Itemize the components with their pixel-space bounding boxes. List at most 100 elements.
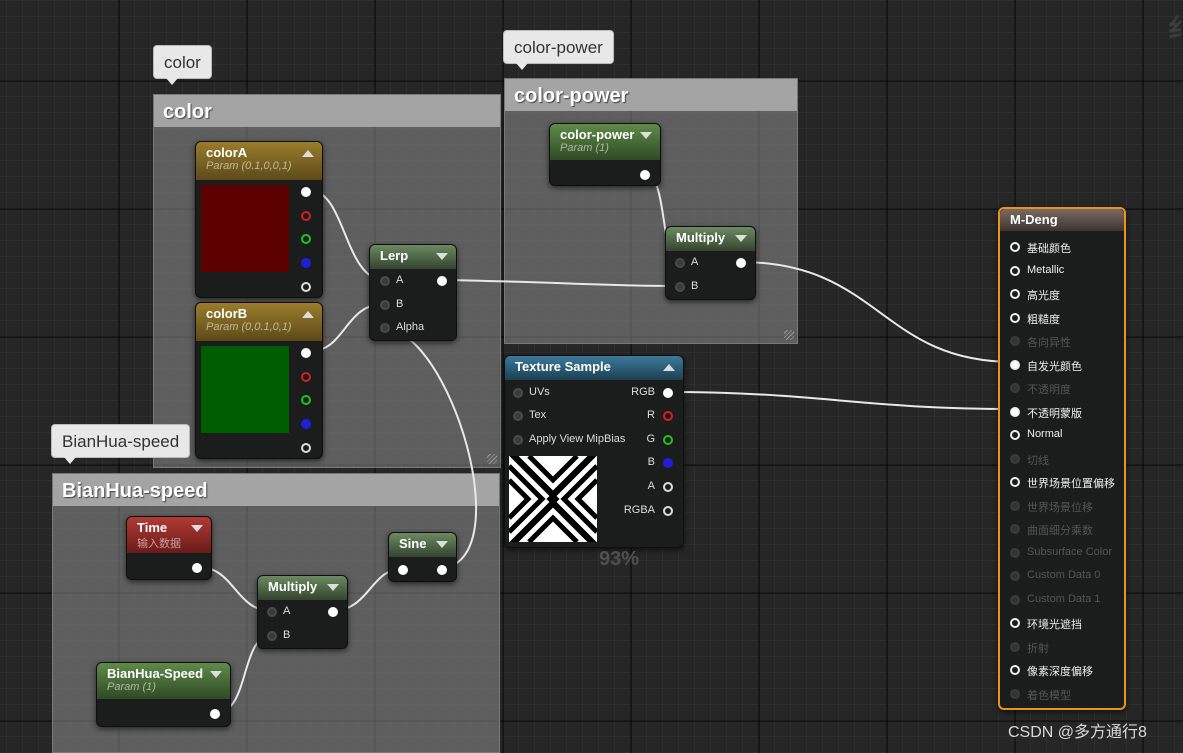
material-input-row[interactable]: Subsurface Color	[1010, 546, 1122, 562]
material-input-row[interactable]: 世界场景位置偏移	[1010, 475, 1122, 491]
material-input-row[interactable]: 世界场景位移	[1010, 499, 1122, 515]
output-pin-r[interactable]	[663, 411, 673, 421]
material-input-row[interactable]: 基础颜色	[1010, 240, 1122, 256]
collapse-arrow-icon[interactable]	[210, 671, 222, 678]
input-pin-alpha[interactable]	[380, 323, 390, 333]
output-pin[interactable]	[736, 258, 746, 268]
output-pin[interactable]	[437, 565, 447, 575]
color-swatch	[201, 185, 289, 272]
node-colorB[interactable]: colorB Param (0,0.1,0,1)	[195, 302, 323, 459]
input-pin-a[interactable]	[675, 258, 685, 268]
node-time[interactable]: Time 输入数据	[126, 516, 212, 580]
material-input-pin[interactable]	[1010, 618, 1020, 628]
material-input-pin[interactable]	[1010, 500, 1020, 511]
output-pin-rgb[interactable]	[663, 388, 673, 398]
material-input-pin[interactable]	[1010, 641, 1020, 652]
material-input-row[interactable]: Metallic	[1010, 264, 1122, 280]
node-bianhua-speed-param[interactable]: BianHua-Speed Param (1)	[96, 662, 231, 727]
output-pin-a[interactable]	[663, 482, 673, 492]
material-input-pin[interactable]	[1010, 242, 1020, 252]
material-input-pin[interactable]	[1010, 336, 1020, 346]
material-input-row[interactable]: 曲面细分乘数	[1010, 522, 1122, 538]
node-sine[interactable]: Sine	[388, 532, 457, 582]
input-pin-b[interactable]	[267, 631, 277, 641]
material-input-pin[interactable]	[1010, 571, 1020, 581]
collapse-arrow-icon[interactable]	[302, 311, 314, 318]
collapse-arrow-icon[interactable]	[327, 584, 339, 591]
output-pin[interactable]	[210, 709, 220, 719]
material-input-row[interactable]: Custom Data 1	[1010, 593, 1122, 609]
material-input-row[interactable]: 切线	[1010, 452, 1122, 468]
material-input-row[interactable]: Custom Data 0	[1010, 569, 1122, 585]
output-pin-g[interactable]	[663, 435, 673, 445]
material-input-pin[interactable]	[1010, 289, 1020, 299]
input-pin[interactable]	[398, 565, 408, 575]
material-input-pin[interactable]	[1010, 359, 1020, 370]
material-input-pin[interactable]	[1010, 265, 1020, 276]
input-pin-b[interactable]	[675, 282, 685, 292]
output-pin-rgb[interactable]	[301, 348, 311, 358]
collapse-arrow-icon[interactable]	[640, 132, 652, 139]
output-pin-b[interactable]	[663, 458, 673, 468]
node-sine-header: Sine	[389, 533, 456, 557]
node-multiply-power[interactable]: Multiply A B	[665, 226, 756, 300]
input-pin-tex[interactable]	[513, 411, 523, 421]
material-input-pin[interactable]	[1010, 594, 1020, 605]
node-color-power-param[interactable]: color-power Param (1)	[549, 123, 661, 186]
node-texture-sample[interactable]: Texture Sample UVs Tex Apply View MipBia…	[504, 355, 684, 548]
output-pin-rgba[interactable]	[663, 506, 673, 516]
material-input-row[interactable]: 不透明蒙版	[1010, 405, 1122, 421]
output-pin-a[interactable]	[301, 282, 311, 292]
output-pin-r[interactable]	[301, 211, 311, 221]
output-pin-b[interactable]	[301, 419, 311, 429]
material-input-pin[interactable]	[1010, 453, 1020, 464]
collapse-arrow-icon[interactable]	[436, 253, 448, 260]
output-pin-b[interactable]	[301, 258, 311, 268]
collapse-arrow-icon[interactable]	[191, 525, 203, 532]
material-input-row[interactable]: 高光度	[1010, 287, 1122, 303]
output-pin-g[interactable]	[301, 234, 311, 244]
node-colorA-subtitle: Param (0.1,0,0,1)	[206, 160, 292, 172]
input-pin-mipbias[interactable]	[513, 435, 523, 445]
material-input-pin[interactable]	[1010, 430, 1020, 440]
node-colorA[interactable]: colorA Param (0.1,0,0,1)	[195, 141, 323, 298]
material-input-pin[interactable]	[1010, 383, 1020, 393]
material-input-row[interactable]: Normal	[1010, 428, 1122, 444]
output-pin[interactable]	[328, 607, 338, 617]
material-input-row[interactable]: 像素深度偏移	[1010, 663, 1122, 679]
collapse-arrow-icon[interactable]	[436, 541, 448, 548]
node-multiply-speed[interactable]: Multiply A B	[257, 575, 348, 649]
material-input-row[interactable]: 自发光颜色	[1010, 358, 1122, 374]
node-material-result[interactable]: M-Deng 基础颜色 Metallic 高光度 粗糙度 各向异性 自发光颜色 不透明度 不透…	[998, 207, 1126, 710]
output-pin[interactable]	[640, 170, 650, 180]
material-input-row[interactable]: 不透明度	[1010, 381, 1122, 397]
material-input-pin[interactable]	[1010, 312, 1020, 323]
output-pin-rgb[interactable]	[301, 187, 311, 197]
input-pin-b[interactable]	[380, 300, 390, 310]
material-input-pin[interactable]	[1010, 547, 1020, 558]
material-input-pin[interactable]	[1010, 665, 1020, 675]
collapse-arrow-icon[interactable]	[663, 364, 675, 371]
material-input-row[interactable]: 折射	[1010, 640, 1122, 656]
output-pin[interactable]	[192, 563, 202, 573]
material-input-pin[interactable]	[1010, 406, 1020, 417]
pin-label-tex: Tex	[529, 409, 547, 421]
material-input-pin[interactable]	[1010, 524, 1020, 534]
material-input-row[interactable]: 环境光遮挡	[1010, 616, 1122, 632]
output-pin-r[interactable]	[301, 372, 311, 382]
material-input-pin[interactable]	[1010, 688, 1020, 699]
output-pin-g[interactable]	[301, 395, 311, 405]
input-pin-a[interactable]	[267, 607, 277, 617]
output-pin-a[interactable]	[301, 443, 311, 453]
node-lerp[interactable]: Lerp A B Alpha	[369, 244, 457, 341]
input-pin-uvs[interactable]	[513, 388, 523, 398]
material-input-row[interactable]: 粗糙度	[1010, 311, 1122, 327]
node-texture-sample-header: Texture Sample	[505, 356, 683, 380]
material-input-row[interactable]: 各向异性	[1010, 334, 1122, 350]
input-pin-a[interactable]	[380, 276, 390, 286]
output-pin[interactable]	[437, 276, 447, 286]
collapse-arrow-icon[interactable]	[302, 150, 314, 157]
material-input-row[interactable]: 着色模型	[1010, 687, 1122, 703]
collapse-arrow-icon[interactable]	[735, 235, 747, 242]
material-input-pin[interactable]	[1010, 477, 1020, 487]
